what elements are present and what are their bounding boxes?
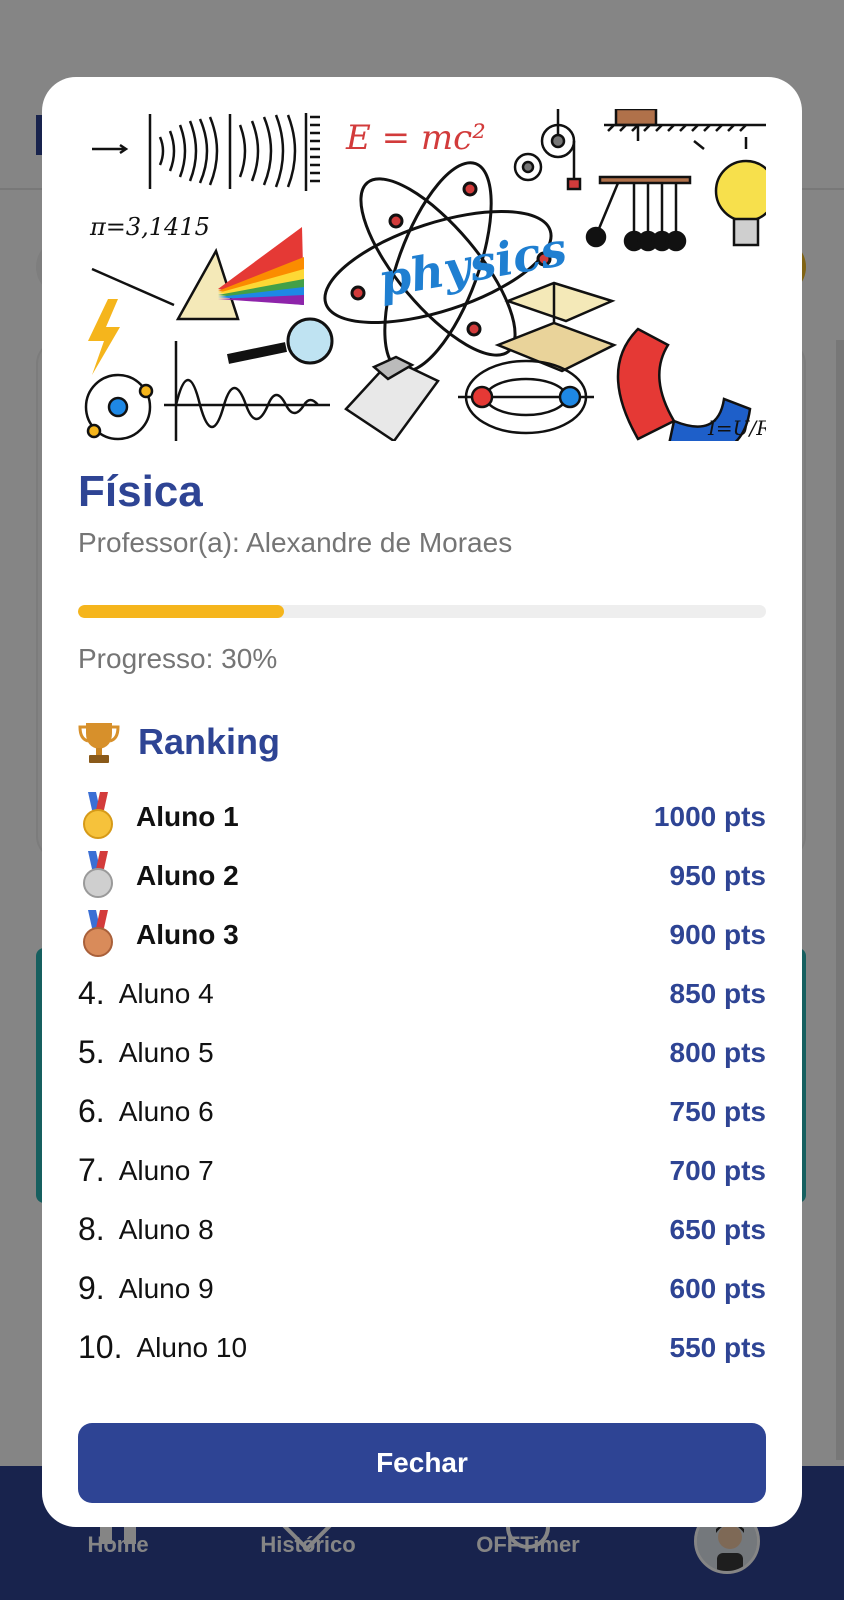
ranking-list: Aluno 1 1000 pts Aluno 2 950 pts Aluno 3 xyxy=(78,787,766,1377)
gold-medal-icon xyxy=(83,791,113,839)
pulley-doodle xyxy=(513,109,582,191)
electric-field-doodle xyxy=(458,359,594,435)
silver-medal-icon xyxy=(83,850,113,898)
ranking-row: Aluno 1 1000 pts xyxy=(78,787,766,846)
calculator-doodle xyxy=(344,355,440,441)
ranking-header: Ranking xyxy=(78,717,280,767)
student-name: Aluno 3 xyxy=(136,918,239,950)
student-name: Aluno 10 xyxy=(136,1331,248,1363)
student-points: 650 pts xyxy=(669,1213,767,1245)
ranking-row: Aluno 3 900 pts xyxy=(78,905,766,964)
student-points: 850 pts xyxy=(669,977,767,1009)
progress-bar xyxy=(78,605,766,618)
course-modal: E = mc² π=3,1415 physics I=U/R Física Pr… xyxy=(42,77,802,1527)
student-name: Aluno 2 xyxy=(136,859,239,891)
student-points: 900 pts xyxy=(669,918,767,950)
course-title: Física xyxy=(78,467,203,516)
student-points: 750 pts xyxy=(669,1095,767,1127)
student-name: Aluno 1 xyxy=(136,800,239,832)
pi-label: π=3,1415 xyxy=(89,213,210,241)
ranking-row: 5. Aluno 5 800 pts xyxy=(78,1023,766,1082)
wave-doodle xyxy=(92,113,320,191)
progress-label: Progresso: 30% xyxy=(78,643,278,674)
ranking-row: 9. Aluno 9 600 pts xyxy=(78,1259,766,1318)
student-points: 950 pts xyxy=(669,859,767,891)
rank-number: 7. xyxy=(78,1152,105,1188)
ohm-label: I=U/R xyxy=(707,416,766,440)
rank-number: 8. xyxy=(78,1211,105,1247)
teacher-name: Professor(a): Alexandre de Moraes xyxy=(78,527,513,558)
student-points: 600 pts xyxy=(669,1272,767,1304)
rank-number: 10. xyxy=(78,1329,123,1365)
lightbulb-doodle xyxy=(693,137,766,247)
student-name: Aluno 9 xyxy=(118,1272,214,1304)
ranking-row: 4. Aluno 4 850 pts xyxy=(78,964,766,1023)
rank-number: 6. xyxy=(78,1093,105,1129)
student-points: 550 pts xyxy=(669,1331,767,1363)
student-name: Aluno 5 xyxy=(118,1036,214,1068)
student-name: Aluno 7 xyxy=(118,1154,214,1186)
magnifier-doodle xyxy=(226,317,334,365)
trophy-icon xyxy=(78,723,120,763)
ranking-row: 7. Aluno 7 700 pts xyxy=(78,1141,766,1200)
physics-illustration: E = mc² π=3,1415 physics I=U/R xyxy=(84,109,766,441)
student-name: Aluno 6 xyxy=(118,1095,214,1127)
small-atom-doodle xyxy=(84,373,154,441)
ranking-row: 8. Aluno 8 650 pts xyxy=(78,1200,766,1259)
student-name: Aluno 4 xyxy=(118,977,214,1009)
ranking-title: Ranking xyxy=(138,721,281,762)
block-doodle xyxy=(604,109,766,141)
student-points: 800 pts xyxy=(669,1036,767,1068)
newtons-cradle-doodle xyxy=(585,175,692,252)
ranking-row: 6. Aluno 6 750 pts xyxy=(78,1082,766,1141)
ranking-row: Aluno 2 950 pts xyxy=(78,846,766,905)
formula-label: E = mc² xyxy=(345,118,486,158)
bronze-medal-icon xyxy=(83,909,113,957)
rank-number: 5. xyxy=(78,1034,105,1070)
ranking-row: 10. Aluno 10 550 pts xyxy=(78,1318,766,1377)
progress-bar-fill xyxy=(78,605,285,618)
close-button[interactable]: Fechar xyxy=(78,1423,766,1503)
rank-number: 9. xyxy=(78,1270,105,1306)
rank-number: 4. xyxy=(78,975,105,1011)
student-points: 700 pts xyxy=(669,1154,767,1186)
student-name: Aluno 8 xyxy=(118,1213,214,1245)
lightning-doodle xyxy=(88,299,120,375)
student-points: 1000 pts xyxy=(653,800,766,832)
